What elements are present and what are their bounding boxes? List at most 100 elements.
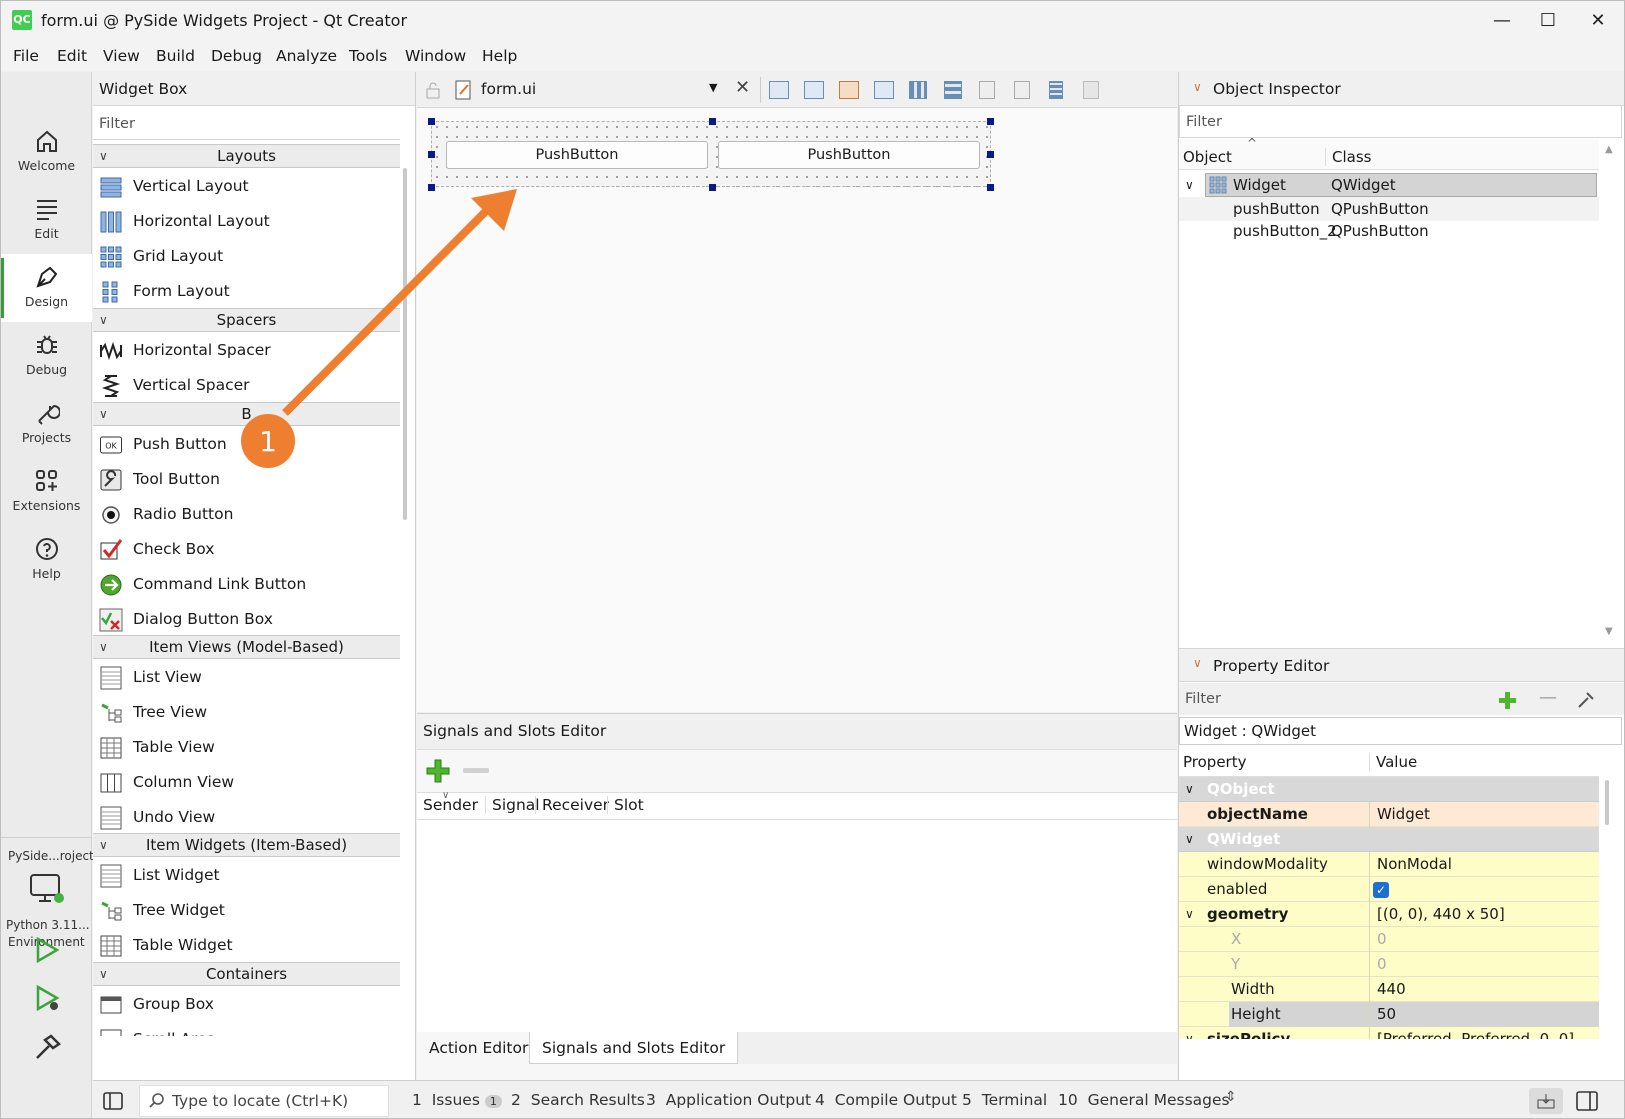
mode-welcome[interactable]: Welcome — [1, 118, 92, 186]
property-value[interactable]: Widget — [1371, 802, 1430, 827]
property-value[interactable]: NonModal — [1371, 852, 1452, 877]
property-value[interactable]: 0 — [1371, 927, 1387, 952]
resize-handle[interactable] — [428, 151, 435, 158]
menu-view[interactable]: View — [103, 47, 140, 65]
prop-width[interactable]: Width 440 — [1179, 977, 1599, 1002]
category-buttons[interactable]: ∨ B — [93, 402, 400, 426]
column-object[interactable]: Object — [1183, 148, 1232, 166]
widget-list-view[interactable]: List View — [93, 660, 400, 695]
resize-handle[interactable] — [987, 151, 994, 158]
layout-splitter-h-icon[interactable] — [979, 81, 995, 99]
target-selector[interactable] — [29, 872, 65, 910]
mode-projects[interactable]: Projects — [1, 390, 92, 458]
tab-signals-slots-editor[interactable]: Signals and Slots Editor — [529, 1032, 739, 1064]
property-value[interactable]: [Preferred, Preferred, 0, 0] — [1371, 1027, 1574, 1039]
tree-row-widget[interactable]: ∨ Widget QWidget — [1179, 173, 1599, 197]
tree-row-pushbutton-2[interactable]: pushButton_2 QPushButton — [1179, 219, 1599, 243]
add-property-icon[interactable] — [1497, 690, 1519, 712]
edit-widgets-icon[interactable] — [769, 81, 789, 99]
mode-debug[interactable]: Debug — [1, 322, 92, 390]
menu-help[interactable]: Help — [482, 47, 517, 65]
break-layout-icon[interactable] — [1083, 81, 1099, 99]
layout-splitter-v-icon[interactable] — [1014, 81, 1030, 99]
column-slot[interactable]: Slot — [607, 796, 644, 814]
widget-command-link-button[interactable]: Command Link Button — [93, 567, 400, 602]
category-layouts[interactable]: ∨ Layouts — [93, 144, 400, 168]
run-button[interactable] — [33, 936, 61, 968]
widget-form-layout[interactable]: Form Layout — [93, 274, 400, 309]
menu-build[interactable]: Build — [156, 47, 195, 65]
tree-row-pushbutton[interactable]: pushButton QPushButton — [1179, 197, 1599, 221]
pane-issues[interactable]: 1 Issues 1 — [412, 1091, 502, 1109]
category-containers[interactable]: ∨ Containers — [93, 962, 400, 986]
tab-action-editor[interactable]: Action Editor — [417, 1032, 541, 1064]
configure-wrench-icon[interactable] — [1576, 690, 1596, 710]
widget-group-box[interactable]: Group Box — [93, 987, 400, 1022]
resize-handle[interactable] — [987, 118, 994, 125]
menu-file[interactable]: File — [13, 47, 39, 65]
object-inspector-filter-input[interactable]: Filter — [1179, 106, 1622, 138]
widget-tool-button[interactable]: Tool Button — [93, 462, 400, 497]
column-signal[interactable]: Signal — [485, 796, 540, 814]
lock-icon[interactable] — [425, 81, 441, 99]
widget-vertical-spacer[interactable]: Vertical Spacer — [93, 368, 400, 403]
scroll-up-icon[interactable]: ▲ — [1605, 144, 1613, 155]
form-push-button-1[interactable]: PushButton — [446, 141, 708, 169]
build-button[interactable] — [33, 1032, 63, 1066]
resize-handle[interactable] — [709, 184, 716, 191]
widget-horizontal-spacer[interactable]: Horizontal Spacer — [93, 333, 400, 368]
edit-signals-slots-icon[interactable] — [804, 81, 824, 99]
resize-handle[interactable] — [987, 184, 994, 191]
menu-debug[interactable]: Debug — [211, 47, 262, 65]
widget-table-view[interactable]: Table View — [93, 730, 400, 765]
widget-grid-layout[interactable]: Grid Layout — [93, 239, 400, 274]
property-value[interactable]: 440 — [1371, 977, 1406, 1002]
property-filter-input[interactable]: Filter — [1179, 683, 1479, 715]
prop-geometry[interactable]: ∨ geometry [(0, 0), 440 x 50] — [1179, 902, 1599, 927]
prop-windowmodality[interactable]: windowModality NonModal — [1179, 852, 1599, 877]
toggle-right-sidebar-icon[interactable] — [1576, 1090, 1598, 1112]
remove-connection-icon[interactable] — [463, 766, 489, 776]
widget-dialog-button-box[interactable]: Dialog Button Box — [93, 602, 400, 637]
resize-handle[interactable] — [428, 118, 435, 125]
layout-grid-icon[interactable] — [1049, 81, 1063, 99]
property-value[interactable]: 0 — [1371, 952, 1387, 977]
resize-handle[interactable] — [428, 184, 435, 191]
widget-column-view[interactable]: Column View — [93, 765, 400, 800]
prop-x[interactable]: X 0 — [1179, 927, 1599, 952]
edit-buddies-icon[interactable] — [839, 81, 859, 99]
category-spacers[interactable]: ∨ Spacers — [93, 308, 400, 332]
scroll-down-icon[interactable]: ▼ — [1605, 626, 1613, 637]
menu-analyze[interactable]: Analyze — [276, 47, 337, 65]
prop-sizepolicy[interactable]: ∨ sizePolicy [Preferred, Preferred, 0, 0… — [1179, 1027, 1599, 1039]
widget-check-box[interactable]: Check Box — [93, 532, 400, 567]
remove-property-icon[interactable]: — — [1539, 687, 1557, 708]
layout-vertically-icon[interactable] — [944, 81, 962, 99]
category-item-widgets[interactable]: ∨ Item Widgets (Item-Based) — [93, 833, 400, 857]
close-document-icon[interactable]: ✕ — [735, 77, 750, 98]
chevron-down-icon[interactable]: ∨ — [1193, 80, 1202, 94]
widget-list-widget[interactable]: List Widget — [93, 858, 400, 893]
prop-objectname[interactable]: objectName Widget — [1179, 802, 1599, 827]
maximize-button[interactable]: ☐ — [1525, 6, 1571, 36]
chevron-down-icon[interactable]: ∨ — [1193, 656, 1202, 670]
pane-chooser-arrows-icon[interactable]: ⇕ — [1225, 1089, 1237, 1105]
widget-undo-view[interactable]: Undo View — [93, 800, 400, 835]
connections-list[interactable] — [417, 820, 1177, 1035]
chevron-down-icon[interactable]: ∨ — [1185, 173, 1194, 197]
chevron-down-icon[interactable]: ▼ — [709, 81, 717, 94]
section-qobject[interactable]: ∨ QObject — [1179, 777, 1599, 802]
edit-tab-order-icon[interactable] — [874, 81, 894, 99]
pane-compile-output[interactable]: 4 Compile Output — [815, 1091, 957, 1109]
menu-tools[interactable]: Tools — [349, 47, 387, 65]
column-value[interactable]: Value — [1369, 753, 1417, 771]
resize-handle[interactable] — [709, 118, 716, 125]
property-scrollbar[interactable] — [1605, 780, 1609, 825]
section-qwidget[interactable]: ∨ QWidget — [1179, 827, 1599, 852]
form-push-button-2[interactable]: PushButton — [718, 141, 980, 169]
widget-tree-view[interactable]: Tree View — [93, 695, 400, 730]
prop-height[interactable]: Height 50 — [1179, 1002, 1599, 1027]
open-file-name[interactable]: form.ui — [481, 80, 536, 98]
pane-application-output[interactable]: 3 Application Output — [646, 1091, 811, 1109]
widget-vertical-layout[interactable]: Vertical Layout — [93, 169, 400, 204]
